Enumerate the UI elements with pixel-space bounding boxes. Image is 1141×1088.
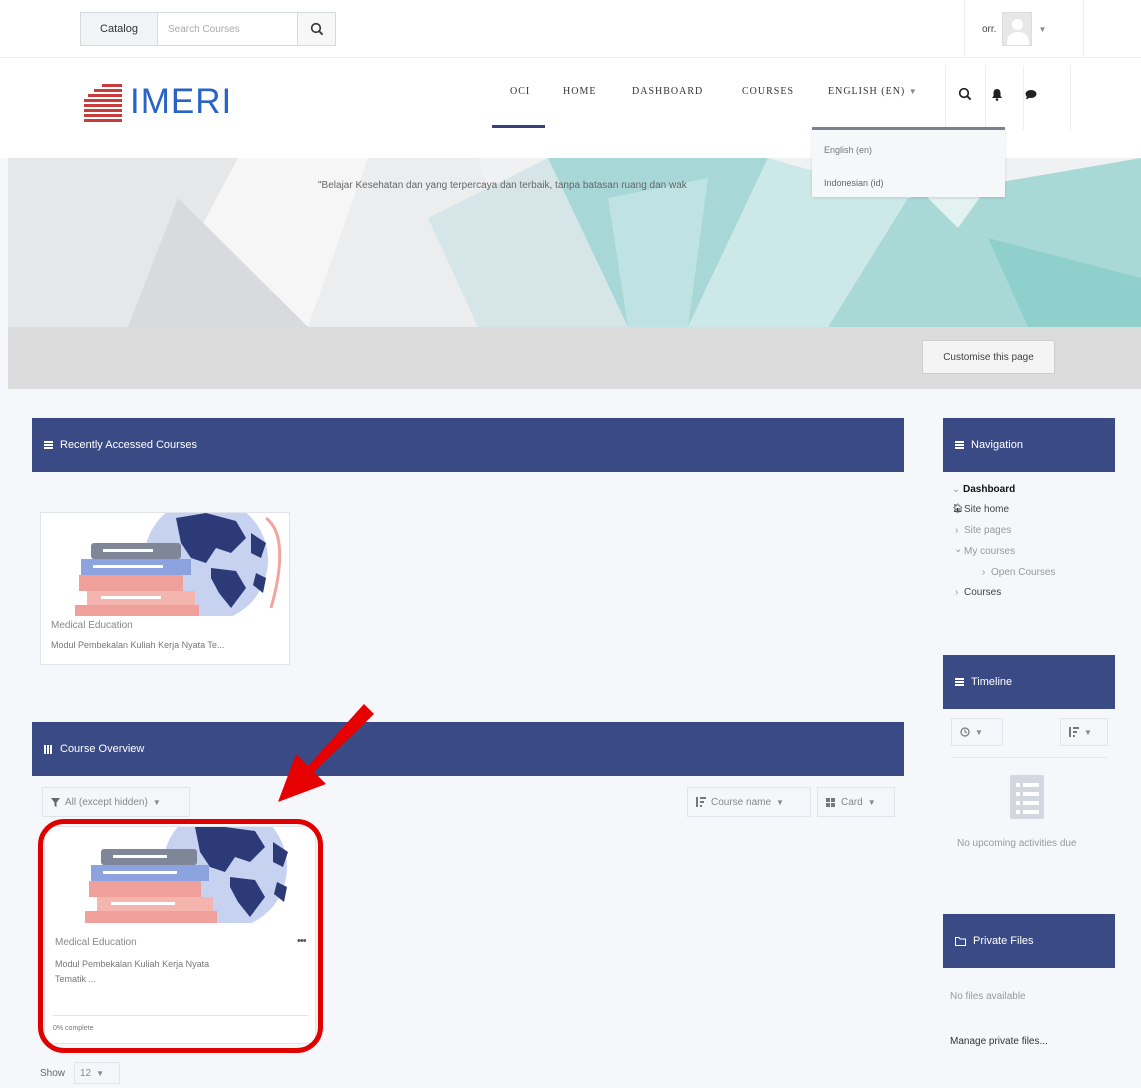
site-logo[interactable]: IMERI: [84, 82, 232, 122]
filter-label: All (except hidden): [65, 796, 148, 808]
red-arrow-annotation: [278, 704, 374, 802]
nav-tree-open-courses[interactable]: Open Courses: [991, 567, 1055, 578]
chat-bubble-icon: [1025, 89, 1037, 99]
menu-lines-icon: [44, 441, 53, 449]
active-tab-indicator: [492, 125, 545, 128]
chevron-down-icon: ▼: [1084, 727, 1092, 737]
divider: [945, 66, 946, 130]
customise-page-button[interactable]: Customise this page: [922, 340, 1055, 374]
navigation-block-header: Navigation: [943, 418, 1115, 472]
logo-text: IMERI: [130, 82, 233, 121]
grid-icon: [44, 744, 53, 754]
folder-icon: [955, 936, 966, 946]
timeline-sort-filter[interactable]: ▼: [1060, 718, 1108, 746]
sort-icon: [1069, 727, 1079, 737]
divider: [1083, 0, 1084, 58]
nav-tree-site-pages[interactable]: Site pages: [964, 525, 1011, 536]
nav-link-dashboard[interactable]: DASHBOARD: [632, 86, 703, 97]
nav-search-button[interactable]: [953, 82, 977, 106]
language-menu-toggle[interactable]: ENGLISH (EN) ▼: [828, 86, 918, 97]
search-icon: [310, 22, 323, 36]
chevron-down-icon: ▼: [96, 1068, 105, 1078]
menu-lines-icon: [955, 678, 964, 686]
sort-icon: [696, 797, 706, 807]
menu-lines-icon: [955, 441, 964, 449]
customise-label: Customise this page: [943, 351, 1034, 363]
private-files-title: Private Files: [973, 935, 1034, 947]
nav-link-oci[interactable]: OCI: [510, 86, 530, 97]
bell-icon: [992, 88, 1002, 101]
filter-dropdown[interactable]: All (except hidden) ▼: [42, 787, 190, 817]
recent-course-card[interactable]: Medical Education Modul Pembekalan Kulia…: [40, 512, 290, 665]
per-page-value: 12: [80, 1067, 92, 1079]
clock-icon: [960, 727, 970, 737]
chevron-down-icon: ▼: [1038, 24, 1047, 34]
home-icon: 🏠︎: [952, 503, 964, 513]
logo-stripes-icon: [84, 82, 122, 122]
course-image: [41, 513, 289, 616]
course-search-input[interactable]: [158, 12, 298, 46]
chevron-right-icon: ›: [982, 567, 986, 578]
nav-tree-dashboard[interactable]: Dashboard: [963, 484, 1015, 495]
chevron-down-icon: ⌄: [952, 484, 961, 495]
recent-courses-header: Recently Accessed Courses: [32, 418, 904, 472]
files-empty-text: No files available: [950, 991, 1026, 1002]
manage-files-link[interactable]: Manage private files...: [950, 1036, 1048, 1047]
timeline-title: Timeline: [971, 676, 1013, 688]
language-label: ENGLISH (EN): [828, 86, 906, 97]
show-label: Show: [40, 1068, 66, 1079]
course-overview-title: Course Overview: [60, 743, 145, 755]
catalog-button[interactable]: Catalog: [80, 12, 158, 46]
catalog-label: Catalog: [100, 23, 138, 35]
search-icon: [958, 87, 972, 101]
chevron-right-icon: ›: [955, 525, 959, 536]
username: orr.: [982, 23, 997, 35]
nav-tree-my-courses[interactable]: My courses: [964, 546, 1015, 557]
course-category: Medical Education: [51, 620, 133, 631]
nav-tree-site-home[interactable]: Site home: [964, 504, 1009, 515]
chevron-down-icon: ▼: [867, 797, 876, 807]
divider: [1070, 66, 1071, 130]
sort-dropdown[interactable]: Course name ▼: [687, 787, 811, 817]
notifications-button[interactable]: [985, 82, 1009, 106]
timeline-block-header: Timeline: [943, 655, 1115, 709]
avatar: [1002, 12, 1033, 46]
recent-courses-title: Recently Accessed Courses: [60, 439, 197, 451]
timeline-empty-text: No upcoming activities due: [957, 838, 1077, 849]
divider: [964, 0, 965, 58]
course-name[interactable]: Modul Pembekalan Kuliah Kerja Nyata Te..…: [51, 638, 224, 653]
language-dropdown: English (en) Indonesian (id): [812, 127, 1005, 197]
chevron-right-icon: ›: [955, 587, 959, 598]
top-utility-bar: Catalog orr. ▼: [0, 0, 1141, 58]
chevron-down-icon: ▼: [908, 87, 918, 96]
course-search-button[interactable]: [298, 12, 336, 46]
chevron-down-icon: ▼: [975, 727, 983, 737]
filter-icon: [51, 797, 60, 807]
language-option-indonesian[interactable]: Indonesian (id): [824, 178, 884, 188]
hero-tagline: "Belajar Kesehatan dan yang terpercaya d…: [318, 180, 687, 191]
empty-list-icon: [1010, 775, 1044, 819]
divider: [951, 757, 1107, 758]
sort-label: Course name: [711, 796, 772, 808]
highlight-outline: [38, 819, 323, 1053]
nav-tree-courses[interactable]: Courses: [964, 587, 1001, 598]
private-files-header: Private Files: [943, 914, 1115, 968]
chevron-down-icon: ▼: [776, 797, 784, 807]
card-view-icon: [826, 797, 835, 807]
language-option-english[interactable]: English (en): [824, 145, 872, 155]
timeline-date-filter[interactable]: ▼: [951, 718, 1003, 746]
view-dropdown[interactable]: Card ▼: [817, 787, 895, 817]
chevron-down-icon: ▼: [152, 797, 161, 807]
view-label: Card: [841, 796, 863, 808]
user-menu[interactable]: orr. ▼: [982, 8, 1046, 50]
nav-link-home[interactable]: HOME: [563, 86, 596, 97]
messages-button[interactable]: [1019, 82, 1043, 106]
globe-books-illustration: [75, 513, 282, 616]
per-page-select[interactable]: 12 ▼: [74, 1062, 120, 1084]
course-overview-header: Course Overview: [32, 722, 904, 776]
nav-link-courses[interactable]: COURSES: [742, 86, 794, 97]
navigation-title: Navigation: [971, 439, 1023, 451]
chevron-down-icon: ⌄: [954, 544, 963, 555]
